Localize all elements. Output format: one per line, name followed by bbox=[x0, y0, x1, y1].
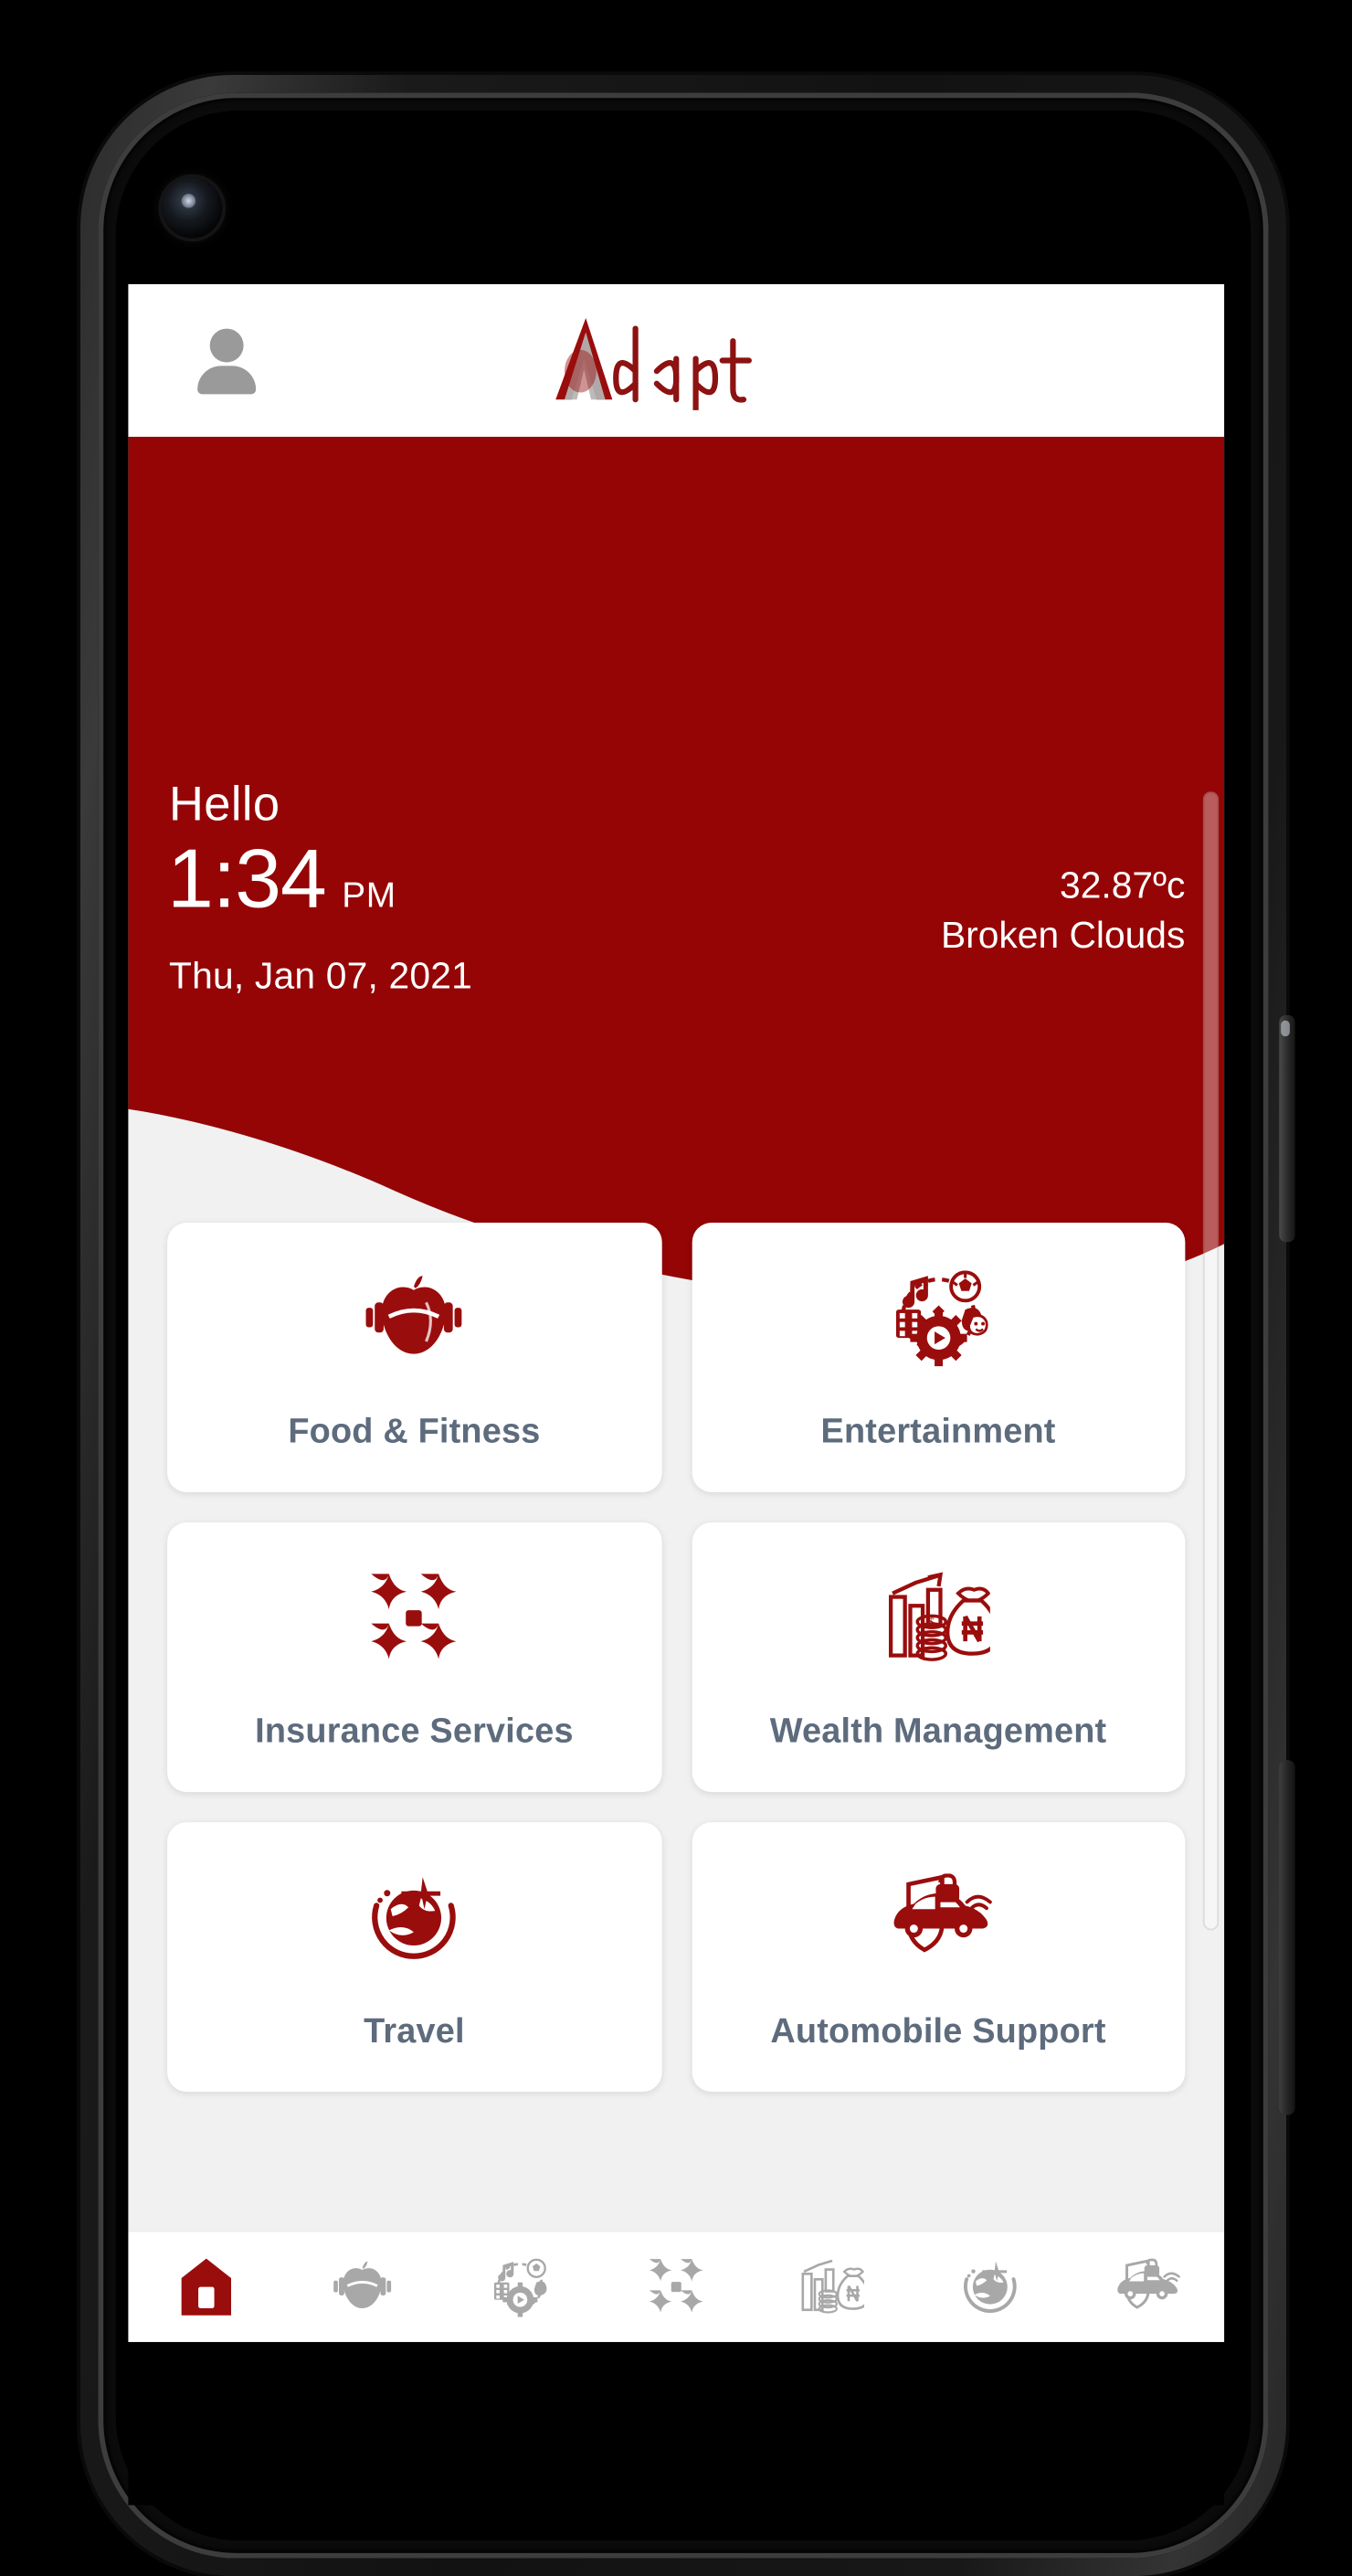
card-label: Automobile Support bbox=[770, 2010, 1106, 2051]
volume-button[interactable] bbox=[1279, 1760, 1295, 2115]
date-text: Thu, Jan 07, 2021 bbox=[169, 956, 473, 998]
nav-item-food-fitness[interactable] bbox=[312, 2244, 415, 2329]
app-logo bbox=[525, 311, 827, 410]
greeting-text: Hello bbox=[169, 777, 280, 831]
front-camera-icon bbox=[162, 177, 223, 239]
power-button[interactable] bbox=[1279, 1014, 1295, 1243]
screenshot-canvas: Hello 1:34 PM Thu, Jan 07, 2021 32.87ºc … bbox=[0, 0, 1352, 2576]
nav-item-insurance-services[interactable] bbox=[625, 2244, 728, 2329]
weather-block: 32.87ºc Broken Clouds bbox=[941, 863, 1185, 961]
screen-bottom-chin bbox=[128, 2341, 1225, 2506]
apple-dumbbell-icon bbox=[363, 1263, 466, 1373]
weather-condition: Broken Clouds bbox=[940, 915, 1186, 957]
person-icon-head bbox=[209, 328, 244, 363]
card-label: Entertainment bbox=[820, 1411, 1056, 1451]
vertical-scrollbar[interactable] bbox=[1202, 791, 1220, 1931]
nav-item-entertainment[interactable] bbox=[469, 2244, 572, 2329]
app-screen: Hello 1:34 PM Thu, Jan 07, 2021 32.87ºc … bbox=[128, 284, 1225, 2342]
scroll-content: Hello 1:34 PM Thu, Jan 07, 2021 32.87ºc … bbox=[128, 437, 1225, 2342]
phone-device: Hello 1:34 PM Thu, Jan 07, 2021 32.87ºc … bbox=[80, 75, 1295, 2576]
person-icon[interactable] bbox=[195, 328, 257, 395]
nav-item-wealth-management[interactable] bbox=[781, 2244, 884, 2329]
app-bar bbox=[128, 284, 1225, 438]
svg-text:$: $ bbox=[928, 1615, 935, 1628]
grid-bottom-spacer bbox=[128, 2092, 1224, 2180]
nav-item-home[interactable] bbox=[155, 2244, 259, 2329]
card-label: Travel bbox=[364, 2010, 465, 2051]
card-automobile-support[interactable]: Automobile Support bbox=[691, 1822, 1186, 2093]
entertainment-gear-icon bbox=[887, 1263, 990, 1373]
card-label: Wealth Management bbox=[769, 1711, 1107, 1751]
nav-item-automobile-support[interactable] bbox=[1094, 2244, 1198, 2329]
weather-temperature: 32.87ºc bbox=[1060, 865, 1186, 907]
card-insurance-services[interactable]: Insurance Services bbox=[167, 1522, 661, 1793]
card-label: Insurance Services bbox=[255, 1711, 574, 1751]
card-travel[interactable]: Travel bbox=[167, 1822, 661, 2093]
four-star-cluster-icon bbox=[366, 1563, 462, 1672]
card-entertainment[interactable]: Entertainment bbox=[691, 1222, 1186, 1493]
bottom-navigation-bar bbox=[128, 2230, 1225, 2342]
clock-time: 1:34 bbox=[167, 830, 327, 925]
service-card-grid: Food & Fitness Entertainment Insurance S… bbox=[128, 1208, 1224, 2093]
card-wealth-management[interactable]: $ Wealth Management bbox=[691, 1522, 1186, 1793]
hero-text-block: Hello 1:34 PM Thu, Jan 07, 2021 32.87ºc … bbox=[128, 437, 1224, 1182]
person-icon-body bbox=[197, 366, 257, 395]
nav-item-travel[interactable] bbox=[938, 2244, 1041, 2329]
globe-airplane-icon bbox=[366, 1862, 462, 1972]
card-label: Food & Fitness bbox=[288, 1411, 541, 1451]
car-shield-icon bbox=[883, 1862, 993, 1972]
card-food-fitness[interactable]: Food & Fitness bbox=[167, 1222, 661, 1493]
clock-display: 1:34 PM bbox=[167, 836, 396, 919]
clock-meridiem: PM bbox=[342, 876, 396, 917]
money-bag-chart-icon: $ bbox=[887, 1563, 990, 1672]
